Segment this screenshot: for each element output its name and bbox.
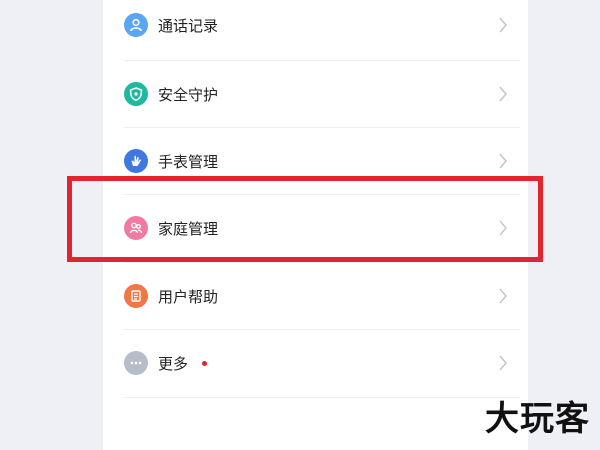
menu-item-call-records[interactable]: 通话记录 [120, 0, 520, 58]
hand-icon [124, 149, 148, 173]
menu-item-label: 通话记录 [158, 16, 219, 35]
call-record-icon [124, 13, 148, 37]
help-book-icon [124, 284, 148, 308]
notification-dot [202, 360, 208, 366]
menu-item-label: 安全守护 [158, 85, 219, 104]
shield-icon [124, 82, 148, 106]
divider [124, 397, 520, 398]
menu-item-label: 更多 [158, 354, 189, 373]
chevron-right-icon [499, 17, 507, 33]
highlight-box [67, 176, 543, 262]
menu-item-user-help[interactable]: 用户帮助 [120, 263, 520, 329]
watermark-text: 大玩客 [485, 399, 590, 439]
chevron-right-icon [499, 86, 507, 102]
menu-item-more[interactable]: 更多 [120, 330, 520, 396]
chevron-right-icon [499, 153, 507, 169]
more-icon [124, 351, 148, 375]
menu-item-security[interactable]: 安全守护 [120, 61, 520, 127]
chevron-right-icon [499, 355, 507, 371]
menu-item-label: 手表管理 [158, 152, 219, 171]
menu-item-label: 用户帮助 [158, 287, 219, 306]
chevron-right-icon [499, 288, 507, 304]
